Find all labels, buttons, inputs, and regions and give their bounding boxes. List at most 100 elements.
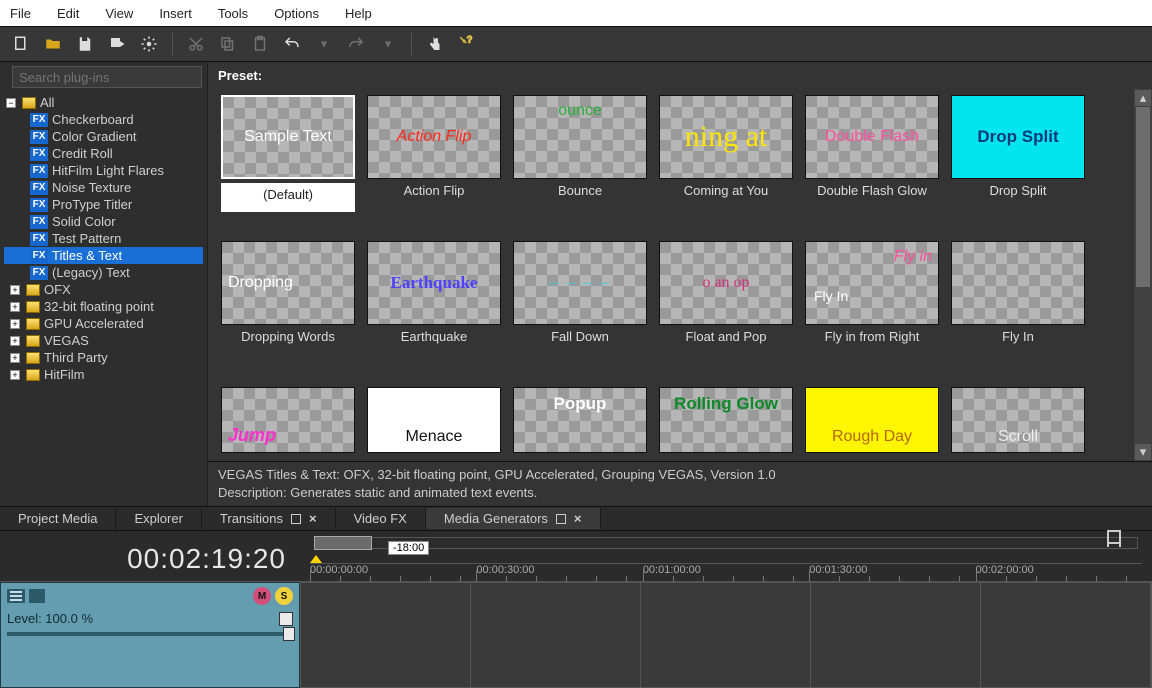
undo-dropdown-icon[interactable]: ▾ [313,33,335,55]
level-label: Level: 100.0 % [7,611,93,626]
scroll-up-icon[interactable]: ▴ [1135,90,1151,106]
tab-label: Project Media [18,511,97,526]
tree-folder-item[interactable]: +32-bit floating point [4,298,203,315]
track-menu-icon[interactable] [7,589,25,603]
preset-scrollbar[interactable]: ▴ ▾ [1134,89,1152,461]
tree-folder-item[interactable]: +Third Party [4,349,203,366]
tree-fx-item[interactable]: FX(Legacy) Text [4,264,203,281]
tree-fx-item[interactable]: FXProType Titler [4,196,203,213]
timecode: 00:02:19:20 [127,543,286,575]
preset-item[interactable]: Menace [364,387,504,461]
plugin-sidebar: −All FXCheckerboardFXColor GradientFXCre… [0,62,208,506]
tree-folder-item[interactable]: +HitFilm [4,366,203,383]
playhead-marker-icon[interactable] [310,555,322,563]
preset-item[interactable]: DroppingDropping Words [218,241,358,381]
preset-item[interactable]: Double FlashDouble Flash Glow [802,95,942,235]
preset-thumb-text: Scroll [998,428,1038,446]
preset-item[interactable]: Fly In [948,241,1088,381]
panel-tab[interactable]: Video FX [336,508,426,529]
preset-item[interactable]: Popup [510,387,650,461]
tab-window-icon[interactable] [556,514,566,524]
preset-item[interactable]: Action FlipAction Flip [364,95,504,235]
tree-fx-item[interactable]: FXNoise Texture [4,179,203,196]
scroll-thumb[interactable] [1136,107,1150,287]
preset-item[interactable]: — — — —Fall Down [510,241,650,381]
preset-item[interactable]: Scroll [948,387,1088,461]
tab-label: Media Generators [444,511,548,526]
tree-fx-item[interactable]: FXCredit Roll [4,145,203,162]
tree-fx-item[interactable]: FXHitFilm Light Flares [4,162,203,179]
tree-label: HitFilm [44,367,84,382]
preset-item[interactable]: EarthquakeEarthquake [364,241,504,381]
preset-caption: Double Flash Glow [817,183,927,198]
track-lane[interactable] [300,582,1152,688]
panel-tab[interactable]: Project Media [0,508,116,529]
preset-item[interactable]: Jump [218,387,358,461]
help-icon[interactable]: ? [456,33,478,55]
menu-edit[interactable]: Edit [51,4,85,23]
ruler-tick: 00:01:30:00 [809,564,975,581]
panel-tab[interactable]: Media Generators × [426,508,601,529]
new-project-icon[interactable] [10,33,32,55]
preset-item[interactable]: ounceBounce [510,95,650,235]
preset-item[interactable]: Rough Day [802,387,942,461]
tree-fx-item[interactable]: FXCheckerboard [4,111,203,128]
tab-window-icon[interactable] [291,514,301,524]
scroll-down-icon[interactable]: ▾ [1135,444,1151,460]
preset-thumb-text: Fly in [894,248,932,266]
tree-folder-item[interactable]: +OFX [4,281,203,298]
level-knob[interactable] [283,627,295,641]
search-input[interactable] [12,66,202,88]
menu-view[interactable]: View [99,4,139,23]
preset-item[interactable]: Drop SplitDrop Split [948,95,1088,235]
menu-help[interactable]: Help [339,4,378,23]
preset-thumb-text: Rolling Glow [674,394,778,414]
preset-item[interactable]: Fly inFly InFly in from Right [802,241,942,381]
menu-tools[interactable]: Tools [212,4,254,23]
tree-folder-item[interactable]: +GPU Accelerated [4,315,203,332]
tree-fx-item[interactable]: FXTitles & Text [4,247,203,264]
panel-tab[interactable]: Transitions × [202,508,336,529]
track-minimize-icon[interactable] [29,589,45,603]
folder-icon [26,284,40,296]
touch-icon[interactable] [424,33,446,55]
tree-label: (Legacy) Text [52,265,130,280]
tree-folder-item[interactable]: +VEGAS [4,332,203,349]
level-slider[interactable] [7,632,293,636]
mute-badge[interactable]: M [253,587,271,605]
plugin-tree[interactable]: −All FXCheckerboardFXColor GradientFXCre… [0,92,207,506]
tree-node-all[interactable]: −All [4,94,203,111]
tree-label: All [40,95,54,110]
tree-fx-item[interactable]: FXSolid Color [4,213,203,230]
preset-caption: Fall Down [551,329,609,344]
menu-options[interactable]: Options [268,4,325,23]
loop-end-marker-icon[interactable] [1106,529,1122,547]
timeline-ruler-area[interactable]: -18:00 00:00:00:0000:00:30:0000:01:00:00… [300,531,1152,581]
preset-caption: Dropping Words [241,329,335,344]
preset-thumb-text: Drop Split [977,127,1058,147]
preset-item[interactable]: o an opFloat and Pop [656,241,796,381]
save-icon[interactable] [74,33,96,55]
menu-insert[interactable]: Insert [153,4,198,23]
undo-icon[interactable] [281,33,303,55]
tab-close-icon[interactable]: × [574,511,582,526]
scrub-handle[interactable] [314,536,372,550]
preset-item[interactable]: ning atComing at You [656,95,796,235]
properties-icon[interactable] [138,33,160,55]
tree-fx-item[interactable]: FXColor Gradient [4,128,203,145]
preset-caption: Fly In [1002,329,1034,344]
track-automation-icon[interactable] [279,612,293,626]
track-header[interactable]: M S Level: 100.0 % [0,582,300,688]
main-toolbar: ▾ ▾ ? [0,26,1152,62]
panel-tab[interactable]: Explorer [116,508,201,529]
open-icon[interactable] [42,33,64,55]
preset-item[interactable]: Sample Text(Default) [218,95,358,235]
svg-text:?: ? [467,35,472,45]
menu-file[interactable]: File [4,4,37,23]
render-icon[interactable] [106,33,128,55]
tab-label: Transitions [220,511,283,526]
preset-item[interactable]: Rolling Glow [656,387,796,461]
solo-badge[interactable]: S [275,587,293,605]
tab-close-icon[interactable]: × [309,511,317,526]
tree-fx-item[interactable]: FXTest Pattern [4,230,203,247]
